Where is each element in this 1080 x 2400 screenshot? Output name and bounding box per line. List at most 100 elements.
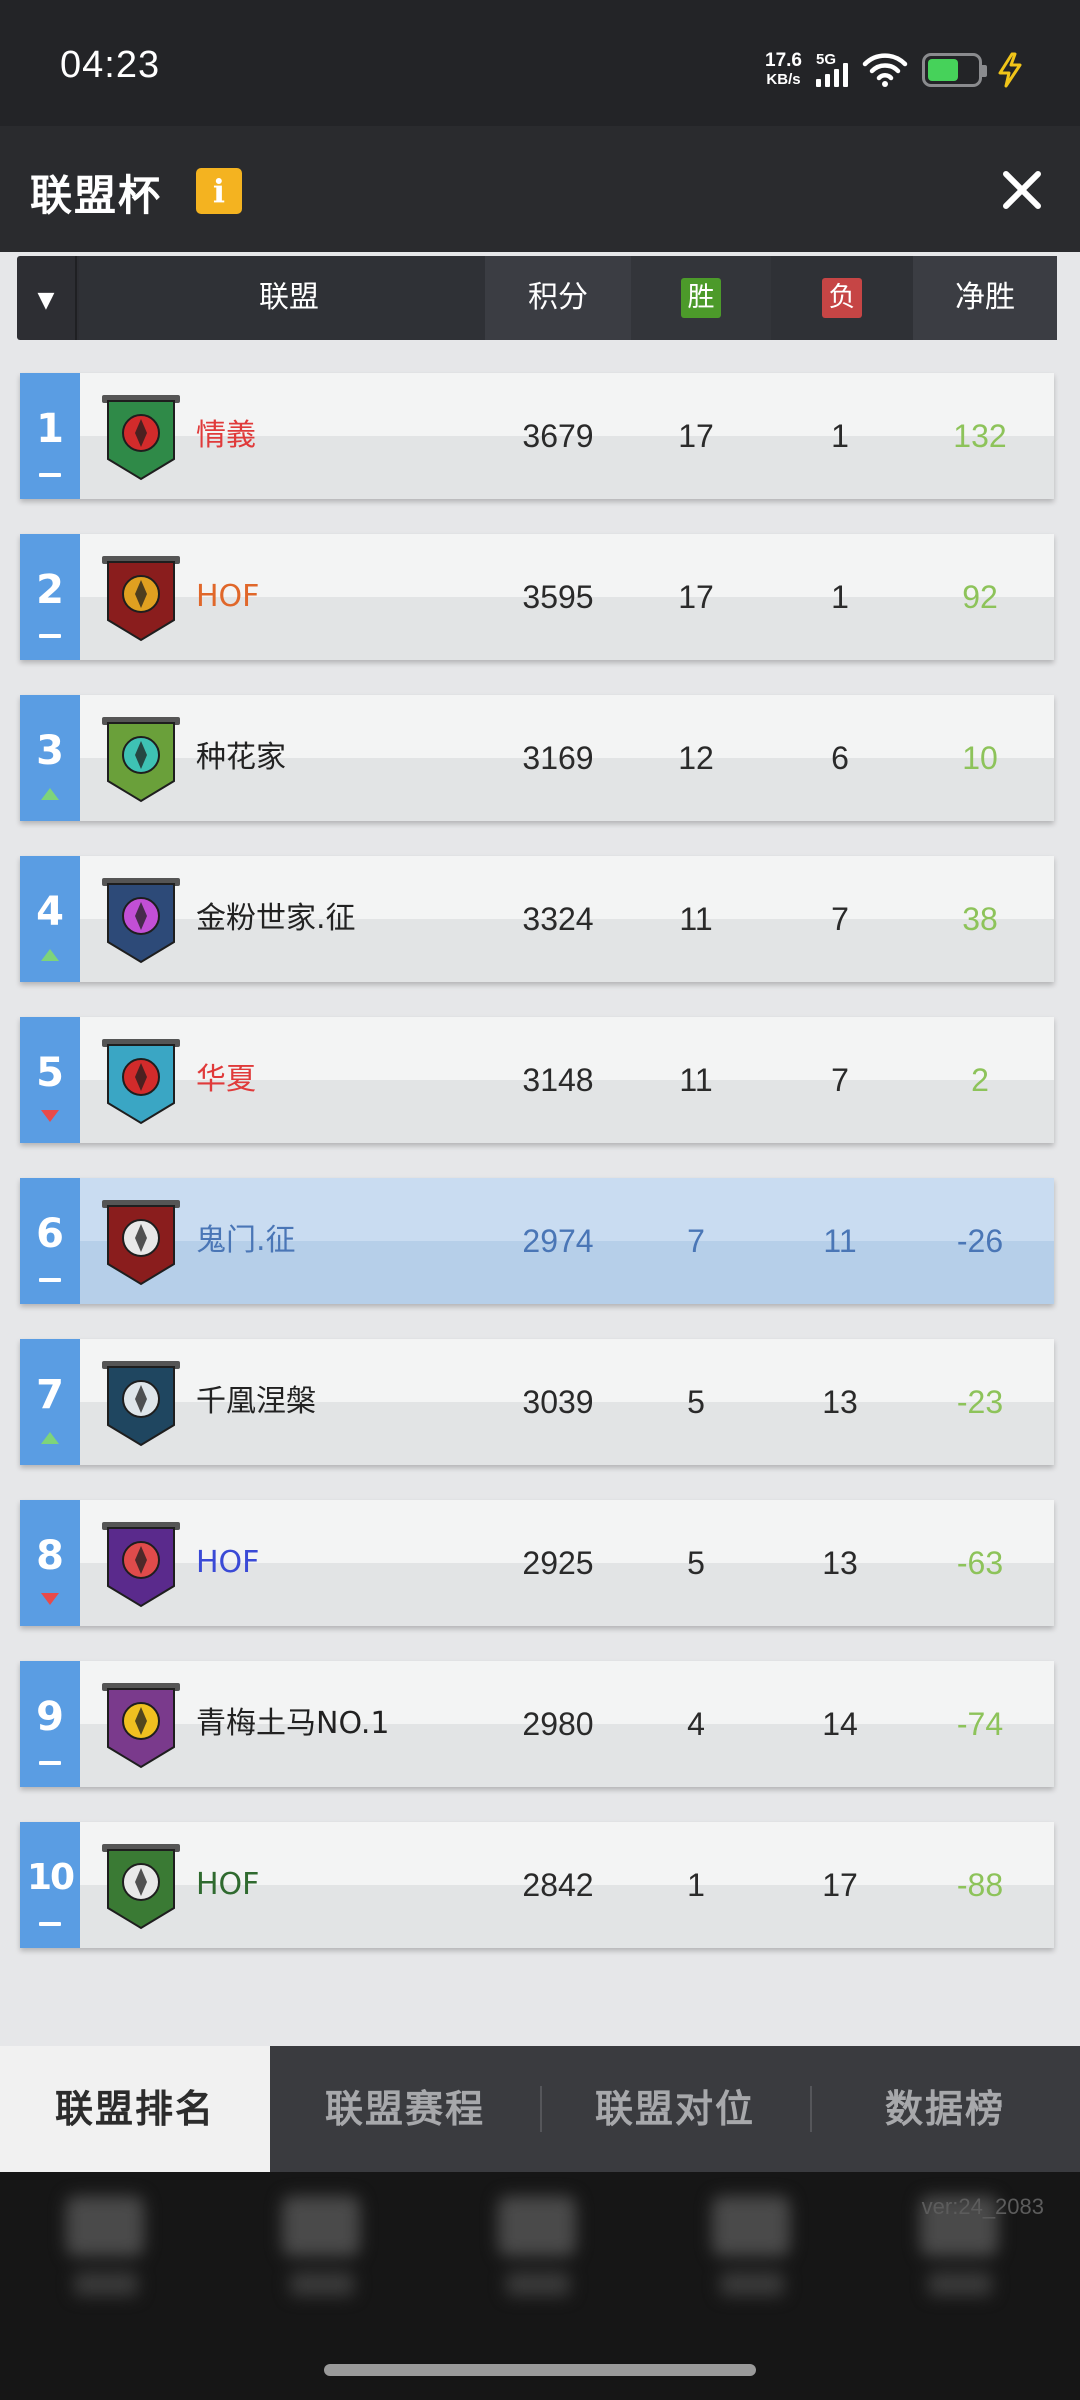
losses-value: 1 <box>831 418 849 454</box>
wins-value: 12 <box>678 740 714 776</box>
points-value: 3148 <box>522 1062 594 1098</box>
ranking-list: 1 情義 3679 17 1 132 2 HOF 3595 17 1 92 3 … <box>20 373 1054 1983</box>
alliance-emblem-icon <box>102 878 180 964</box>
alliance-name: 金粉世家.征 <box>196 901 356 936</box>
rank-box: 3 <box>20 695 80 821</box>
network-speed-value: 17.6 <box>765 50 802 71</box>
rank-unchanged-icon <box>39 1761 61 1765</box>
losses-value: 11 <box>823 1223 857 1259</box>
rank-box: 10 <box>20 1822 80 1948</box>
alliance-name: 情義 <box>196 418 256 453</box>
ranking-row-1[interactable]: 1 情義 3679 17 1 132 <box>20 373 1054 499</box>
ranking-row-4[interactable]: 4 金粉世家.征 3324 11 7 38 <box>20 856 1054 982</box>
rank-box: 1 <box>20 373 80 499</box>
page-header: 联盟杯 i <box>0 126 1080 252</box>
home-indicator[interactable] <box>324 2364 756 2376</box>
sort-toggle[interactable]: ▼ <box>17 256 77 340</box>
rank-number: 3 <box>36 728 64 774</box>
battery-icon <box>922 53 987 87</box>
rank-unchanged-icon <box>39 634 61 638</box>
blurred-app-icon <box>66 2196 146 2316</box>
points-value: 2980 <box>522 1706 594 1742</box>
tab-1[interactable]: 联盟排名 <box>0 2046 270 2172</box>
rank-box: 5 <box>20 1017 80 1143</box>
cellular-signal-icon: 5G <box>816 51 848 87</box>
tab-4[interactable]: 数据榜 <box>810 2046 1080 2172</box>
net-wins-value: 38 <box>962 901 998 937</box>
points-value: 2974 <box>522 1223 594 1259</box>
rank-down-icon <box>41 1110 59 1122</box>
alliance-emblem-icon <box>102 1361 180 1447</box>
blurred-app-icon <box>712 2196 792 2316</box>
tab-3[interactable]: 联盟对位 <box>540 2046 810 2172</box>
alliance-emblem-icon <box>102 1200 180 1286</box>
rank-unchanged-icon <box>39 1278 61 1282</box>
info-button[interactable]: i <box>196 168 242 214</box>
rank-box: 9 <box>20 1661 80 1787</box>
losses-value: 1 <box>831 579 849 615</box>
wins-value: 7 <box>687 1223 705 1259</box>
losses-value: 14 <box>822 1706 858 1742</box>
losses-value: 6 <box>831 740 849 776</box>
tab-2[interactable]: 联盟赛程 <box>270 2046 540 2172</box>
net-wins-value: -88 <box>956 1867 1004 1903</box>
losses-value: 13 <box>822 1545 858 1581</box>
status-bar: 04:23 17.6 KB/s 5G <box>0 0 1080 126</box>
blurred-app-icon <box>498 2196 578 2316</box>
wins-value: 5 <box>687 1384 705 1420</box>
column-header-points: 积分 <box>485 256 631 340</box>
ranking-row-9[interactable]: 9 青梅土马NO.1 2980 4 14 -74 <box>20 1661 1054 1787</box>
rank-up-icon <box>41 1432 59 1444</box>
rank-number: 6 <box>36 1211 64 1257</box>
sort-down-icon: ▼ <box>37 288 55 313</box>
bolt-icon <box>998 52 1022 88</box>
rank-number: 1 <box>36 406 64 452</box>
ranking-row-7[interactable]: 7 千凰涅槃 3039 5 13 -23 <box>20 1339 1054 1465</box>
net-wins-value: 10 <box>962 740 998 776</box>
win-badge: 胜 <box>681 278 721 318</box>
ranking-row-8[interactable]: 8 HOF 2925 5 13 -63 <box>20 1500 1054 1626</box>
blurred-app-icon <box>282 2196 362 2316</box>
losses-value: 13 <box>822 1384 858 1420</box>
alliance-emblem-icon <box>102 1683 180 1769</box>
net-wins-value: -23 <box>956 1384 1004 1420</box>
rank-up-icon <box>41 949 59 961</box>
alliance-name: 种花家 <box>196 740 286 775</box>
losses-value: 7 <box>831 1062 849 1098</box>
points-value: 3039 <box>522 1384 594 1420</box>
rank-box: 2 <box>20 534 80 660</box>
points-value: 3679 <box>522 418 594 454</box>
wins-value: 11 <box>679 1062 713 1098</box>
alliance-name: 鬼门.征 <box>196 1223 296 1258</box>
ranking-row-5[interactable]: 5 华夏 3148 11 7 2 <box>20 1017 1054 1143</box>
column-header-wins: 胜 <box>631 256 771 340</box>
ranking-table-header: ▼ 联盟 积分 胜 负 净胜 <box>17 256 1057 340</box>
alliance-emblem-icon <box>102 556 180 642</box>
wins-value: 17 <box>678 418 714 454</box>
net-wins-value: -26 <box>956 1223 1004 1259</box>
rank-up-icon <box>41 788 59 800</box>
ranking-row-3[interactable]: 3 种花家 3169 12 6 10 <box>20 695 1054 821</box>
ranking-row-2[interactable]: 2 HOF 3595 17 1 92 <box>20 534 1054 660</box>
rank-number: 4 <box>36 889 64 935</box>
ranking-row-6[interactable]: 6 鬼门.征 2974 7 11 -26 <box>20 1178 1054 1304</box>
alliance-name: 千凰涅槃 <box>196 1384 316 1419</box>
points-value: 3169 <box>522 740 594 776</box>
wins-value: 5 <box>687 1545 705 1581</box>
points-value: 3324 <box>522 901 594 937</box>
net-wins-value: 132 <box>953 418 1007 454</box>
net-wins-value: 92 <box>962 579 998 615</box>
rank-box: 6 <box>20 1178 80 1304</box>
network-speed-unit: KB/s <box>766 71 801 88</box>
net-wins-value: -74 <box>956 1706 1004 1742</box>
ranking-row-10[interactable]: 10 HOF 2842 1 17 -88 <box>20 1822 1054 1948</box>
network-type-label: 5G <box>816 51 837 68</box>
close-icon[interactable] <box>1000 168 1044 212</box>
points-value: 2842 <box>522 1867 594 1903</box>
rank-number: 9 <box>36 1694 64 1740</box>
net-wins-value: -63 <box>956 1545 1004 1581</box>
rank-number: 7 <box>36 1372 64 1418</box>
wins-value: 11 <box>679 901 713 937</box>
column-header-net-wins: 净胜 <box>913 256 1057 340</box>
alliance-emblem-icon <box>102 717 180 803</box>
